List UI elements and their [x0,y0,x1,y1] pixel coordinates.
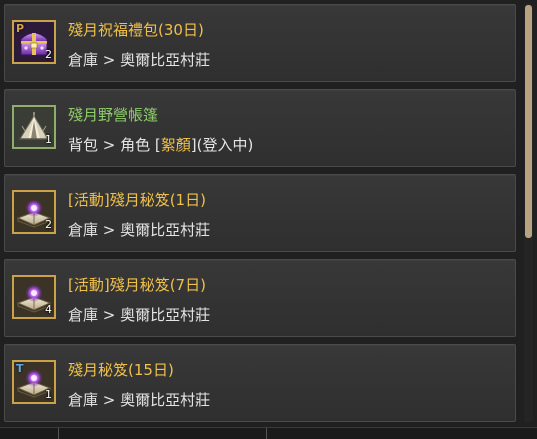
item-count: 1 [45,388,52,401]
list-item[interactable]: 1 殘月野營帳篷 背包 > 角色 [絮顏](登入中) [4,89,516,167]
item-name: 殘月祝福禮包(30日) [68,21,204,39]
item-name: 殘月秘笈(15日) [68,361,174,379]
item-location: 倉庫 > 奧爾比亞村莊 [68,221,211,239]
item-search-results-panel: P 2 殘月祝福禮包(30日) 倉庫 > 奧爾比亞村莊 1 殘月野營帳篷 背包 … [0,0,537,439]
secret-book-icon[interactable]: T 1 [12,360,56,404]
item-location: 倉庫 > 奧爾比亞村莊 [68,51,211,69]
divider [266,428,267,439]
list-item[interactable]: 4 [活動]殘月秘笈(7日) 倉庫 > 奧爾比亞村莊 [4,259,516,337]
item-count: 4 [45,303,52,316]
rank-badge: P [16,22,25,35]
item-location: 倉庫 > 奧爾比亞村莊 [68,391,211,409]
item-location: 背包 > 角色 [絮顏](登入中) [68,134,253,155]
item-name: [活動]殘月秘笈(7日) [68,276,206,294]
item-location: 倉庫 > 奧爾比亞村莊 [68,306,211,324]
list-item[interactable]: P 2 殘月祝福禮包(30日) 倉庫 > 奧爾比亞村莊 [4,4,516,82]
item-count: 1 [45,133,52,146]
item-name: [活動]殘月秘笈(1日) [68,191,206,209]
secret-book-icon[interactable]: 2 [12,190,56,234]
scrollbar-track[interactable] [524,3,533,423]
item-count: 2 [45,48,52,61]
list-item[interactable]: T 1 殘月秘笈(15日) 倉庫 > 奧爾比亞村莊 [4,344,516,422]
list-item[interactable]: 2 [活動]殘月秘笈(1日) 倉庫 > 奧爾比亞村莊 [4,174,516,252]
item-count: 2 [45,218,52,231]
bottom-bar [0,427,537,439]
location-prefix: 背包 > 角色 [ [68,136,161,154]
purple-chest-icon[interactable]: P 2 [12,20,56,64]
secret-book-icon[interactable]: 4 [12,275,56,319]
scrollbar-thumb[interactable] [525,5,532,238]
character-name: 絮顏 [160,136,191,154]
item-name: 殘月野營帳篷 [68,106,159,124]
divider [58,428,59,439]
rank-badge: T [16,362,24,375]
location-suffix: ](登入中) [190,136,254,154]
camping-tent-icon[interactable]: 1 [12,105,56,149]
